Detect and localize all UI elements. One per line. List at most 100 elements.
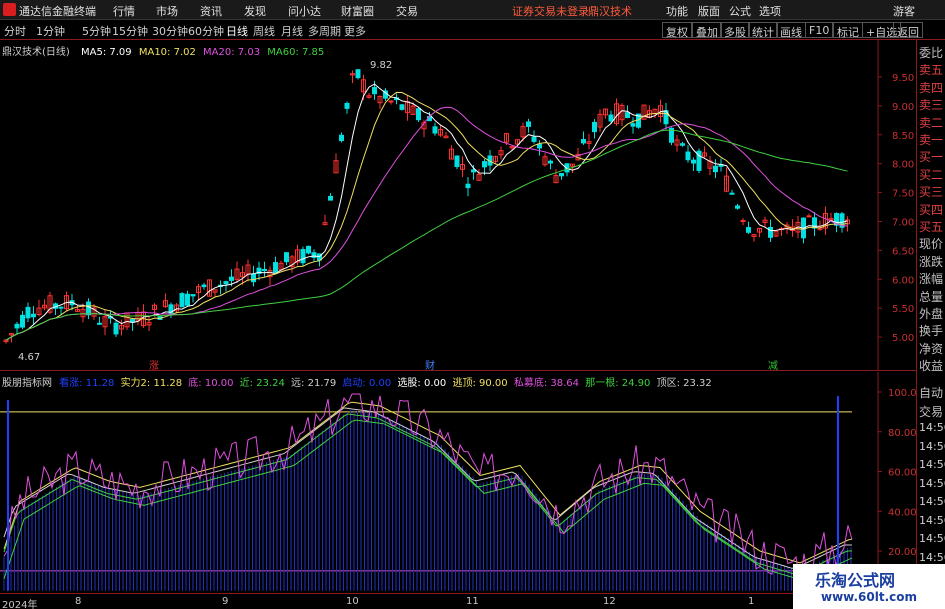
login-status[interactable]: 证券交易未登录 [512,3,589,19]
candle [553,169,559,184]
tool-draw-button[interactable]: 画线 [776,22,806,39]
candle [36,299,42,317]
tool-adjust-button[interactable]: 复权 [662,22,692,39]
candle [784,221,790,234]
ma20-line [5,106,848,341]
candle [746,221,751,234]
candle [223,280,229,292]
marker-up: 涨 [149,360,159,370]
indicator-bars [3,409,852,591]
candle [366,92,372,99]
ind-value-4: 远: 21.79 [291,378,337,389]
candle [306,245,311,255]
trade-tick-6: 14:56 [919,495,945,508]
menu-item-news[interactable]: 资讯 [200,3,222,19]
ma10-line [5,91,848,341]
period-1min[interactable]: 1分钟 [36,23,65,39]
x-tick-year: 2024年 [2,600,38,609]
quote-label-8: 买三 [919,185,944,200]
quote-label-14: 总量 [919,289,944,304]
menu-item-function[interactable]: 功能 [666,3,688,19]
x-tick-dec: 12 [603,596,616,607]
ma60-label: MA60: 7.85 [267,47,325,58]
period-30min[interactable]: 30分钟 [152,23,188,39]
trade-tick-4: 14:56 [919,458,945,471]
tool-stats-button[interactable]: 统计 [748,22,778,39]
candle [757,227,762,238]
marker-finance: 财 [425,359,435,370]
ind-value-5: 启动: 0.00 [342,378,392,389]
period-multi[interactable]: 多周期 [308,23,341,39]
trade-tick-3: 14:56 [919,439,945,453]
candle [713,159,718,179]
candle [119,319,124,336]
trade-tick-5: 14:56 [919,476,945,490]
ind-value-1: 实力2: 11.28 [120,378,183,389]
menu-item-market[interactable]: 市场 [156,3,178,19]
price-tick: 9.00 [892,102,914,113]
candle [751,233,757,242]
menu-item-trade[interactable]: 交易 [396,3,418,19]
kline-chart[interactable]: 9.50 9.00 8.50 8.00 7.50 7.00 6.50 6.00 5.50 5.00… [0,40,916,370]
ind-value-8: 私募底: 38.64 [513,378,580,389]
quote-label-18: 收益 [919,359,944,374]
candle [729,189,735,196]
period-15min[interactable]: 15分钟 [112,23,148,39]
indicator-chart[interactable]: 100.0 80.00 60.00 40.00 20.00 [0,372,916,592]
tool-back-button[interactable]: 返回 [893,22,923,39]
candle [262,261,267,277]
indicator-tick: 20.00 [888,547,916,558]
candle [130,318,135,331]
menu-item-wealth[interactable]: 财富圈 [341,3,374,19]
quote-side-panel: 委比 卖五 卖四 卖三 卖二 卖一 买一 买二 买三 买四 买五 现价 涨跌 涨幅 总量 外盘 换手 净资 收益 自动… [916,40,945,609]
quote-label-7: 买二 [919,167,944,182]
period-more[interactable]: 更多 [344,23,366,39]
tool-overlay-button[interactable]: 叠加 [692,22,722,39]
candle [630,117,636,134]
candle [614,98,619,126]
candle [300,246,306,267]
period-60min[interactable]: 60分钟 [188,23,224,39]
trade-tick-2: 14:56 [919,421,945,434]
menu-item-discover[interactable]: 发现 [244,3,266,19]
candle [218,280,223,295]
price-tick: 6.00 [892,275,914,286]
candle [663,103,669,130]
ma5-line [5,83,848,341]
candle [773,230,779,238]
indicator-tick: 60.00 [888,468,916,479]
candle [344,101,350,114]
period-5min[interactable]: 5分钟 [82,23,111,39]
candle [64,291,69,311]
watermark-title: 乐淘公式网 [815,571,896,590]
period-daily[interactable]: 日线 [226,23,248,39]
menu-item-ask[interactable]: 问小达 [288,3,321,19]
user-guest[interactable]: 游客 [893,3,915,19]
quote-label-13: 涨幅 [919,272,944,287]
candle [735,203,740,210]
period-intraday[interactable]: 分时 [4,23,26,39]
tool-mark-button[interactable]: 标记 [833,22,863,39]
candle [278,260,284,271]
tool-f10-button[interactable]: F10 [805,22,834,38]
menu-item-layout[interactable]: 版面 [698,3,720,19]
period-monthly[interactable]: 月线 [281,23,303,39]
candle [322,214,328,226]
menu-item-options[interactable]: 选项 [759,3,781,19]
candle [597,109,603,133]
candle [454,155,460,170]
candle [680,141,685,147]
menu-item-quotes[interactable]: 行情 [113,3,135,19]
candle [812,212,817,236]
quote-label-15: 外盘 [919,307,944,321]
candle [460,156,465,177]
candle [179,292,185,308]
candle [707,156,713,176]
period-weekly[interactable]: 周线 [253,23,275,39]
candle [355,68,361,80]
tool-multi-stock-button[interactable]: 多股 [720,22,750,39]
menu-item-formula[interactable]: 公式 [729,3,751,19]
candle [443,131,449,139]
kline-legend: 鼎汉技术(日线) MA5: 7.09 MA10: 7.02 MA20: 7.03… [2,43,324,58]
candle [432,122,438,136]
